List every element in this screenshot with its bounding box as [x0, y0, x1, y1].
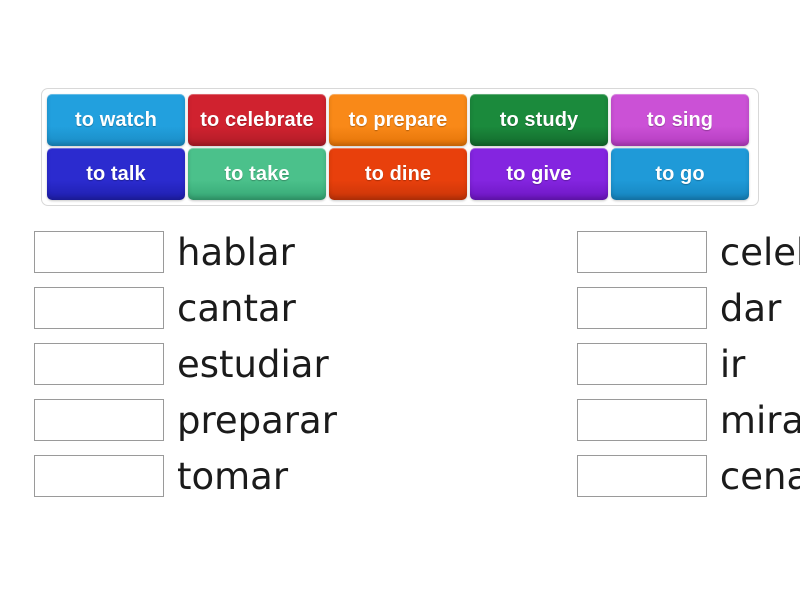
- drop-zone-mirar[interactable]: [576, 399, 707, 441]
- answer-row-celebrar: celebrar: [576, 224, 800, 280]
- draggable-tile-to-watch[interactable]: to watch: [47, 94, 185, 146]
- drop-zone-dar[interactable]: [576, 287, 707, 329]
- answer-row-mirar: mirar: [576, 392, 800, 448]
- answer-row-ir: ir: [576, 336, 800, 392]
- drop-zone-tomar[interactable]: [34, 455, 164, 497]
- answer-row-dar: dar: [576, 280, 800, 336]
- answer-word-label: mirar: [719, 398, 800, 442]
- answer-row-tomar: tomar: [34, 448, 337, 504]
- draggable-tile-to-talk[interactable]: to talk: [47, 148, 185, 200]
- draggable-tile-to-go[interactable]: to go: [611, 148, 749, 200]
- tile-bank-row-2: to talk to take to dine to give to go: [47, 148, 753, 200]
- draggable-tile-to-dine[interactable]: to dine: [329, 148, 467, 200]
- answer-row-cenar: cenar: [576, 448, 800, 504]
- answer-column-right: celebrar dar ir mirar cenar: [576, 224, 800, 504]
- answer-column-left: hablar cantar estudiar preparar tomar: [34, 224, 337, 504]
- tile-bank-row-1: to watch to celebrate to prepare to stud…: [47, 94, 753, 146]
- answer-area: hablar cantar estudiar preparar tomar ce…: [0, 224, 800, 504]
- answer-word-label: estudiar: [177, 342, 329, 386]
- answer-row-cantar: cantar: [34, 280, 337, 336]
- answer-word-label: cenar: [719, 454, 800, 498]
- tile-bank: to watch to celebrate to prepare to stud…: [41, 88, 759, 206]
- answer-word-label: preparar: [177, 398, 337, 442]
- answer-row-preparar: preparar: [34, 392, 337, 448]
- draggable-tile-to-give[interactable]: to give: [470, 148, 608, 200]
- draggable-tile-to-celebrate[interactable]: to celebrate: [188, 94, 326, 146]
- draggable-tile-to-take[interactable]: to take: [188, 148, 326, 200]
- drop-zone-preparar[interactable]: [34, 399, 164, 441]
- draggable-tile-to-study[interactable]: to study: [470, 94, 608, 146]
- answer-word-label: dar: [719, 286, 782, 330]
- draggable-tile-to-prepare[interactable]: to prepare: [329, 94, 467, 146]
- drop-zone-celebrar[interactable]: [576, 231, 707, 273]
- drop-zone-estudiar[interactable]: [34, 343, 164, 385]
- drop-zone-ir[interactable]: [576, 343, 707, 385]
- answer-word-label: tomar: [177, 454, 289, 498]
- answer-word-label: ir: [719, 342, 746, 386]
- answer-row-hablar: hablar: [34, 224, 337, 280]
- answer-row-estudiar: estudiar: [34, 336, 337, 392]
- drop-zone-cenar[interactable]: [576, 455, 707, 497]
- drop-zone-cantar[interactable]: [34, 287, 164, 329]
- draggable-tile-to-sing[interactable]: to sing: [611, 94, 749, 146]
- answer-word-label: celebrar: [719, 230, 800, 274]
- drop-zone-hablar[interactable]: [34, 231, 164, 273]
- answer-word-label: cantar: [177, 286, 296, 330]
- answer-word-label: hablar: [177, 230, 295, 274]
